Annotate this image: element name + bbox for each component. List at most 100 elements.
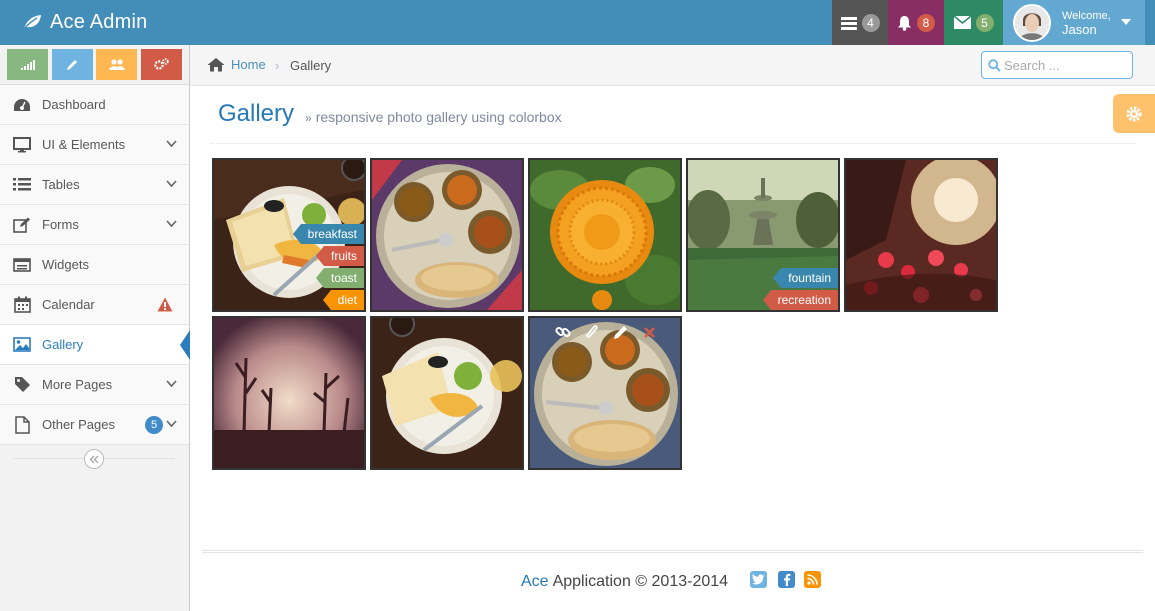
users-icon [108, 59, 125, 70]
brand[interactable]: Ace Admin [22, 9, 147, 35]
shortcut-settings-button[interactable] [141, 49, 182, 80]
breadcrumb: Home › Gallery [190, 45, 1155, 86]
link-icon[interactable] [554, 324, 571, 340]
settings-button[interactable] [1113, 94, 1155, 133]
avatar [1013, 3, 1051, 42]
footer-brand: Ace [521, 573, 549, 590]
sidebar-item-gallery[interactable]: Gallery [0, 325, 190, 365]
welcome-text: Welcome, [1062, 9, 1111, 22]
paperclip-icon[interactable] [585, 324, 599, 340]
sidebar-item-dashboard[interactable]: Dashboard [0, 85, 189, 125]
sidebar-item-forms[interactable]: Forms [0, 205, 189, 245]
sidebar-item-calendar[interactable]: Calendar [0, 285, 189, 325]
double-angle-left-icon [89, 455, 99, 463]
sidebar-collapse-row [0, 445, 189, 472]
gallery-item[interactable] [528, 316, 682, 470]
sidebar-item-label: Forms [42, 217, 79, 232]
shortcut-stats-button[interactable] [7, 49, 48, 80]
desktop-icon [12, 136, 32, 153]
messages-button[interactable]: 5 [944, 0, 1003, 45]
file-icon [12, 415, 32, 434]
pencil-square-icon [12, 217, 32, 233]
list-icon [12, 177, 32, 192]
photo-thali-image [372, 160, 522, 310]
rss-icon [807, 574, 818, 585]
picture-icon [12, 337, 32, 352]
close-icon[interactable] [643, 326, 656, 339]
sidebar-item-label: Tables [42, 177, 80, 192]
gallery-item[interactable]: fountain recreation [686, 158, 840, 312]
brand-name: Ace Admin [50, 10, 148, 33]
footer: Ace Application © 2013-2014 [202, 550, 1143, 611]
sidebar-item-label: UI & Elements [42, 137, 126, 152]
photo-silhouette-image [214, 318, 364, 468]
gallery-item[interactable] [528, 158, 682, 312]
tag-list: breakfast fruits toast diet [292, 224, 364, 310]
twitter-icon [752, 574, 765, 585]
widgets-icon [12, 257, 32, 272]
gallery-item[interactable] [370, 158, 524, 312]
facebook-button[interactable] [778, 571, 795, 588]
messages-count-badge: 5 [975, 13, 994, 32]
twitter-button[interactable] [750, 571, 767, 588]
shortcut-users-button[interactable] [96, 49, 137, 80]
search-input[interactable] [1004, 56, 1126, 74]
user-name: Jason [1062, 21, 1097, 37]
sidebar-item-label: Calendar [42, 297, 95, 312]
warning-icon [157, 297, 173, 312]
tag-toast[interactable]: toast [315, 268, 364, 288]
sidebar-shortcuts [0, 45, 189, 85]
sidebar: Dashboard UI & Elements Tables Forms Wid… [0, 45, 190, 611]
rss-button[interactable] [804, 571, 821, 588]
sidebar-item-widgets[interactable]: Widgets [0, 245, 189, 285]
chevron-down-icon [166, 140, 177, 148]
footer-credits: Ace Application © 2013-2014 [521, 573, 728, 591]
sidebar-item-more-pages[interactable]: More Pages [0, 365, 189, 405]
gallery-item[interactable] [844, 158, 998, 312]
sidebar-item-tables[interactable]: Tables [0, 165, 189, 205]
sidebar-collapse-button[interactable] [84, 449, 104, 469]
tag-recreation[interactable]: recreation [762, 290, 838, 310]
gallery-item[interactable]: breakfast fruits toast diet [212, 158, 366, 312]
page-header: Gallery » responsive photo gallery using … [210, 86, 1135, 144]
shortcut-edit-button[interactable] [52, 49, 93, 80]
home-icon [207, 58, 225, 72]
breadcrumb-home-link[interactable]: Home [207, 57, 266, 72]
chevron-down-icon [166, 380, 177, 388]
chevron-down-icon [166, 180, 177, 188]
sidebar-item-ui-elements[interactable]: UI & Elements [0, 125, 189, 165]
tag-breakfast[interactable]: breakfast [292, 224, 364, 244]
signal-icon [20, 59, 35, 70]
tasks-button[interactable]: 4 [832, 0, 888, 45]
navbar: Ace Admin 4 8 5 Welcome, Jason [0, 0, 1155, 45]
double-angle-right-icon: » [305, 111, 312, 125]
gallery-item[interactable] [212, 316, 366, 470]
photo-flower-image [530, 160, 680, 310]
tag-fountain[interactable]: fountain [773, 268, 838, 288]
sidebar-item-other-pages[interactable]: Other Pages 5 [0, 405, 189, 445]
notifications-button[interactable]: 8 [888, 0, 944, 45]
photo-red-flowers-image [846, 160, 996, 310]
caret-down-icon [1121, 19, 1131, 25]
sidebar-item-label: More Pages [42, 377, 113, 392]
bell-icon [898, 15, 911, 31]
page-subtitle: » responsive photo gallery using colorbox [305, 109, 562, 125]
tag-diet[interactable]: diet [322, 290, 364, 310]
gallery-item[interactable] [370, 316, 524, 470]
pencil-icon [67, 60, 77, 70]
tag-fruits[interactable]: fruits [315, 246, 364, 266]
search-icon [988, 59, 1001, 72]
page-subtitle-text: responsive photo gallery using colorbox [315, 109, 562, 125]
calendar-icon [12, 296, 32, 313]
pencil-icon[interactable] [613, 324, 629, 340]
breadcrumb-separator-icon: › [275, 58, 280, 73]
footer-copyright: Application © 2013-2014 [552, 573, 729, 590]
user-menu[interactable]: Welcome, Jason [1003, 0, 1145, 45]
photo-breakfast-image [372, 318, 522, 468]
sidebar-item-label: Widgets [42, 257, 89, 272]
breadcrumb-home-label: Home [231, 57, 266, 72]
other-pages-badge: 5 [145, 416, 163, 434]
tag-list: fountain recreation [762, 268, 838, 310]
gear-icon [1126, 105, 1142, 122]
leaf-icon [22, 15, 41, 31]
